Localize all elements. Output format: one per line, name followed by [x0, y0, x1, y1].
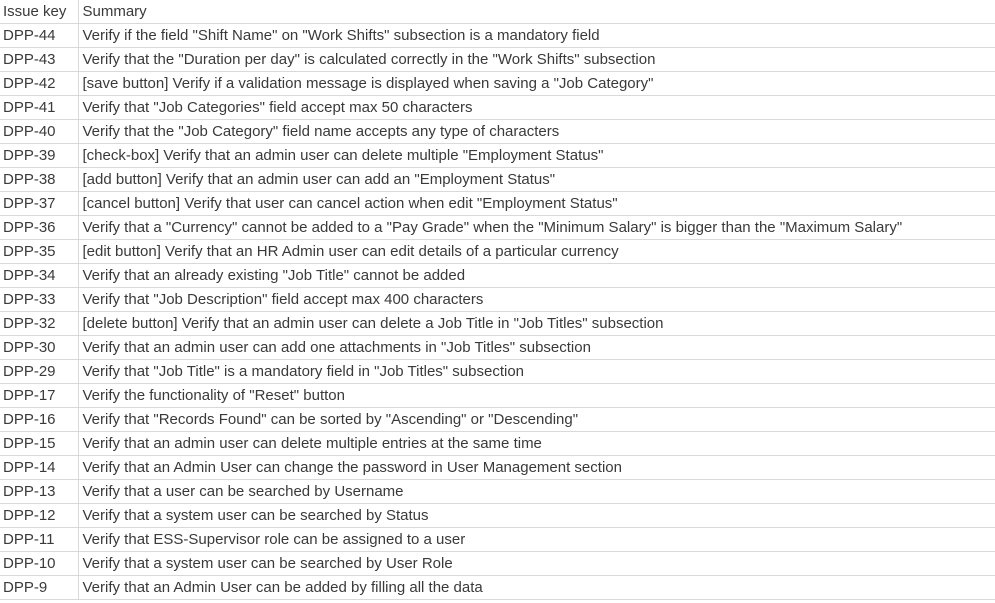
summary-cell[interactable]: Verify that an already existing "Job Tit… — [78, 263, 995, 288]
summary-cell[interactable]: [add button] Verify that an admin user c… — [78, 167, 995, 192]
issue-key-cell[interactable]: DPP-29 — [0, 359, 79, 384]
table-row: DPP-15 Verify that an admin user can dele… — [0, 431, 995, 456]
summary-cell[interactable]: Verify that a "Currency" cannot be added… — [78, 215, 995, 240]
summary-cell[interactable]: Verify that ESS-Supervisor role can be a… — [78, 527, 995, 552]
issue-key-cell[interactable]: DPP-33 — [0, 287, 79, 312]
issues-table: Issue key Summary DPP-44 Verify if the fi… — [0, 0, 995, 600]
summary-cell[interactable]: Verify that a system user can be searche… — [78, 551, 995, 576]
summary-cell[interactable]: [delete button] Verify that an admin use… — [78, 311, 995, 336]
header-row: Issue key Summary — [0, 0, 995, 24]
table-row: DPP-14 Verify that an Admin User can chan… — [0, 455, 995, 480]
table-row: DPP-16 Verify that "Records Found" can be… — [0, 407, 995, 432]
table-row: DPP-39 [check-box] Verify that an admin u… — [0, 143, 995, 168]
summary-cell[interactable]: Verify that "Job Title" is a mandatory f… — [78, 359, 995, 384]
issue-key-cell[interactable]: DPP-11 — [0, 527, 79, 552]
issue-key-cell[interactable]: DPP-44 — [0, 23, 79, 48]
summary-cell[interactable]: [cancel button] Verify that user can can… — [78, 191, 995, 216]
issue-key-cell[interactable]: DPP-36 — [0, 215, 79, 240]
table-body: DPP-44 Verify if the field "Shift Name" o… — [0, 23, 995, 600]
issue-key-cell[interactable]: DPP-37 — [0, 191, 79, 216]
issue-key-cell[interactable]: DPP-15 — [0, 431, 79, 456]
table-row: DPP-30 Verify that an admin user can add … — [0, 335, 995, 360]
table-row: DPP-44 Verify if the field "Shift Name" o… — [0, 23, 995, 48]
table-row: DPP-41 Verify that "Job Categories" field… — [0, 95, 995, 120]
summary-cell[interactable]: Verify the functionality of "Reset" butt… — [78, 383, 995, 408]
table-row: DPP-11 Verify that ESS-Supervisor role ca… — [0, 527, 995, 552]
table-row: DPP-13 Verify that a user can be searched… — [0, 479, 995, 504]
summary-cell[interactable]: Verify that a user can be searched by Us… — [78, 479, 995, 504]
table-row: DPP-17 Verify the functionality of "Reset… — [0, 383, 995, 408]
summary-cell[interactable]: Verify that an admin user can delete mul… — [78, 431, 995, 456]
summary-cell[interactable]: Verify that an Admin User can change the… — [78, 455, 995, 480]
issue-key-cell[interactable]: DPP-32 — [0, 311, 79, 336]
issue-key-cell[interactable]: DPP-12 — [0, 503, 79, 528]
table-row: DPP-34 Verify that an already existing "J… — [0, 263, 995, 288]
spreadsheet: Issue key Summary DPP-44 Verify if the fi… — [0, 0, 995, 603]
issue-key-cell[interactable]: DPP-13 — [0, 479, 79, 504]
table-row: DPP-12 Verify that a system user can be s… — [0, 503, 995, 528]
issue-key-cell[interactable]: DPP-41 — [0, 95, 79, 120]
table-row: DPP-43 Verify that the "Duration per day"… — [0, 47, 995, 72]
column-header-issue-key[interactable]: Issue key — [0, 0, 79, 24]
table-row: DPP-9 Verify that an Admin User can be ad… — [0, 575, 995, 600]
issue-key-cell[interactable]: DPP-43 — [0, 47, 79, 72]
table-row: DPP-33 Verify that "Job Description" fiel… — [0, 287, 995, 312]
table-row: DPP-37 [cancel button] Verify that user c… — [0, 191, 995, 216]
table-row: DPP-38 [add button] Verify that an admin … — [0, 167, 995, 192]
summary-cell[interactable]: [edit button] Verify that an HR Admin us… — [78, 239, 995, 264]
table-row: DPP-32 [delete button] Verify that an adm… — [0, 311, 995, 336]
issue-key-cell[interactable]: DPP-34 — [0, 263, 79, 288]
issue-key-cell[interactable]: DPP-16 — [0, 407, 79, 432]
issue-key-cell[interactable]: DPP-30 — [0, 335, 79, 360]
summary-cell[interactable]: Verify if the field "Shift Name" on "Wor… — [78, 23, 995, 48]
table-row: DPP-10 Verify that a system user can be s… — [0, 551, 995, 576]
issue-key-cell[interactable]: DPP-35 — [0, 239, 79, 264]
table-row: DPP-40 Verify that the "Job Category" fie… — [0, 119, 995, 144]
table-row: DPP-36 Verify that a "Currency" cannot be… — [0, 215, 995, 240]
issue-key-cell[interactable]: DPP-40 — [0, 119, 79, 144]
table-row: DPP-42 [save button] Verify if a validati… — [0, 71, 995, 96]
issue-key-cell[interactable]: DPP-39 — [0, 143, 79, 168]
issue-key-cell[interactable]: DPP-38 — [0, 167, 79, 192]
summary-cell[interactable]: Verify that the "Job Category" field nam… — [78, 119, 995, 144]
table-row: DPP-35 [edit button] Verify that an HR Ad… — [0, 239, 995, 264]
summary-cell[interactable]: [check-box] Verify that an admin user ca… — [78, 143, 995, 168]
issue-key-cell[interactable]: DPP-10 — [0, 551, 79, 576]
summary-cell[interactable]: Verify that "Records Found" can be sorte… — [78, 407, 995, 432]
issue-key-cell[interactable]: DPP-42 — [0, 71, 79, 96]
summary-cell[interactable]: Verify that an Admin User can be added b… — [78, 575, 995, 600]
summary-cell[interactable]: [save button] Verify if a validation mes… — [78, 71, 995, 96]
column-header-summary[interactable]: Summary — [78, 0, 995, 24]
issue-key-cell[interactable]: DPP-14 — [0, 455, 79, 480]
summary-cell[interactable]: Verify that a system user can be searche… — [78, 503, 995, 528]
issue-key-cell[interactable]: DPP-9 — [0, 575, 79, 600]
summary-cell[interactable]: Verify that "Job Categories" field accep… — [78, 95, 995, 120]
summary-cell[interactable]: Verify that an admin user can add one at… — [78, 335, 995, 360]
issue-key-cell[interactable]: DPP-17 — [0, 383, 79, 408]
summary-cell[interactable]: Verify that "Job Description" field acce… — [78, 287, 995, 312]
table-row: DPP-29 Verify that "Job Title" is a manda… — [0, 359, 995, 384]
summary-cell[interactable]: Verify that the "Duration per day" is ca… — [78, 47, 995, 72]
